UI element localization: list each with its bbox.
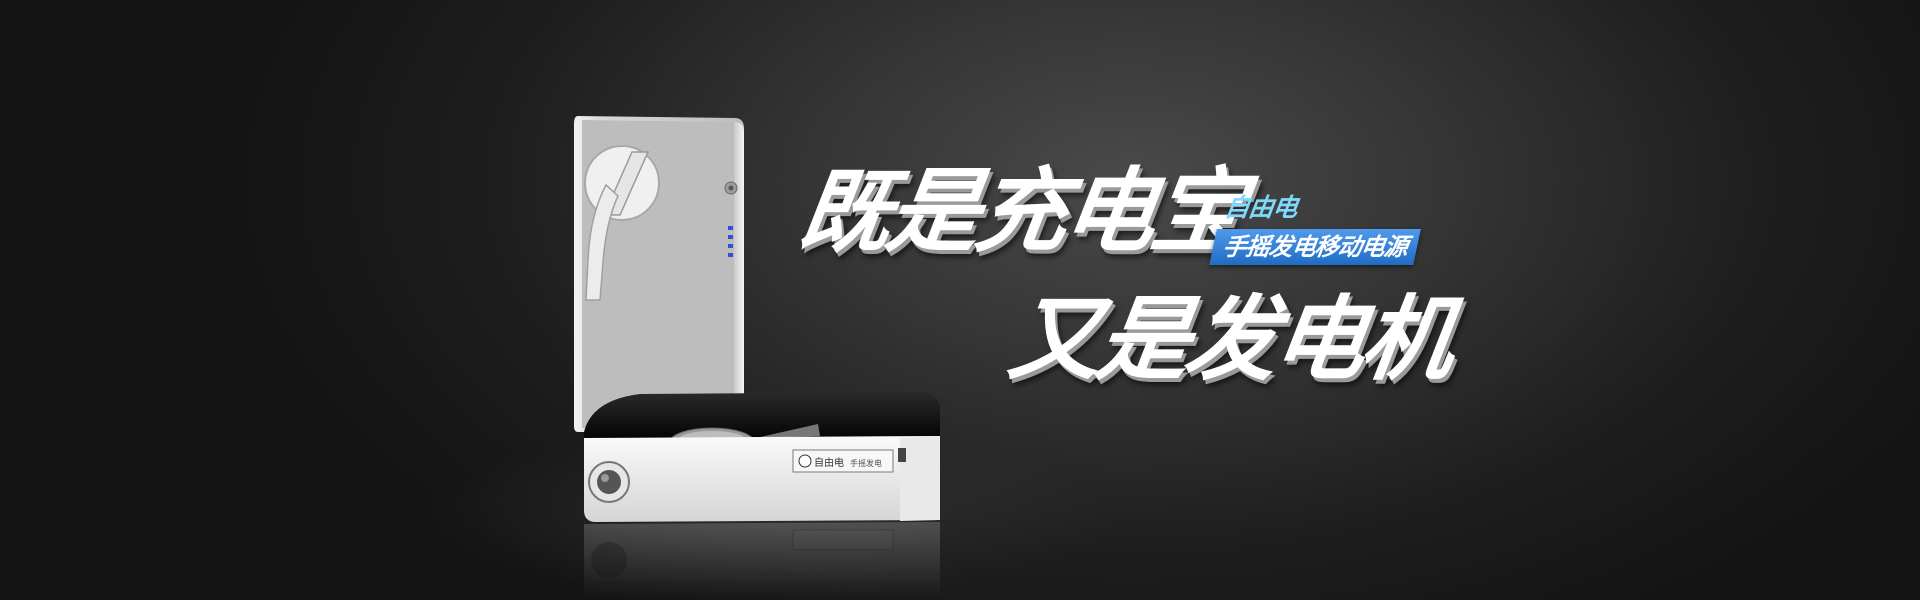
product-image: 自由电 手摇发电 — [574, 116, 940, 600]
product-reflection — [584, 522, 940, 600]
headline-line-1: 既是充电宝 — [792, 158, 1248, 265]
power-button-icon — [724, 181, 738, 195]
tagline-badge: 手摇发电移动电源 — [1209, 229, 1421, 265]
product-model-label: 手摇发电 — [850, 458, 882, 468]
upright-power-bank — [574, 116, 744, 432]
lying-power-bank: 自由电 手摇发电 — [584, 392, 940, 522]
product-brand-label: 自由电 — [814, 456, 844, 469]
usb-port-icon — [898, 448, 906, 462]
flashlight-lens-icon — [588, 461, 630, 503]
hero-banner: 自由电 手摇发电 既是充电宝 又是发电机 自由电 手摇发电移动电源 — [0, 0, 1920, 600]
tagline-badge-text: 手摇发电移动电源 — [1221, 233, 1409, 261]
headline-line-2: 又是发电机 — [1002, 286, 1458, 393]
tagline-small: 自由电 — [1222, 193, 1299, 222]
